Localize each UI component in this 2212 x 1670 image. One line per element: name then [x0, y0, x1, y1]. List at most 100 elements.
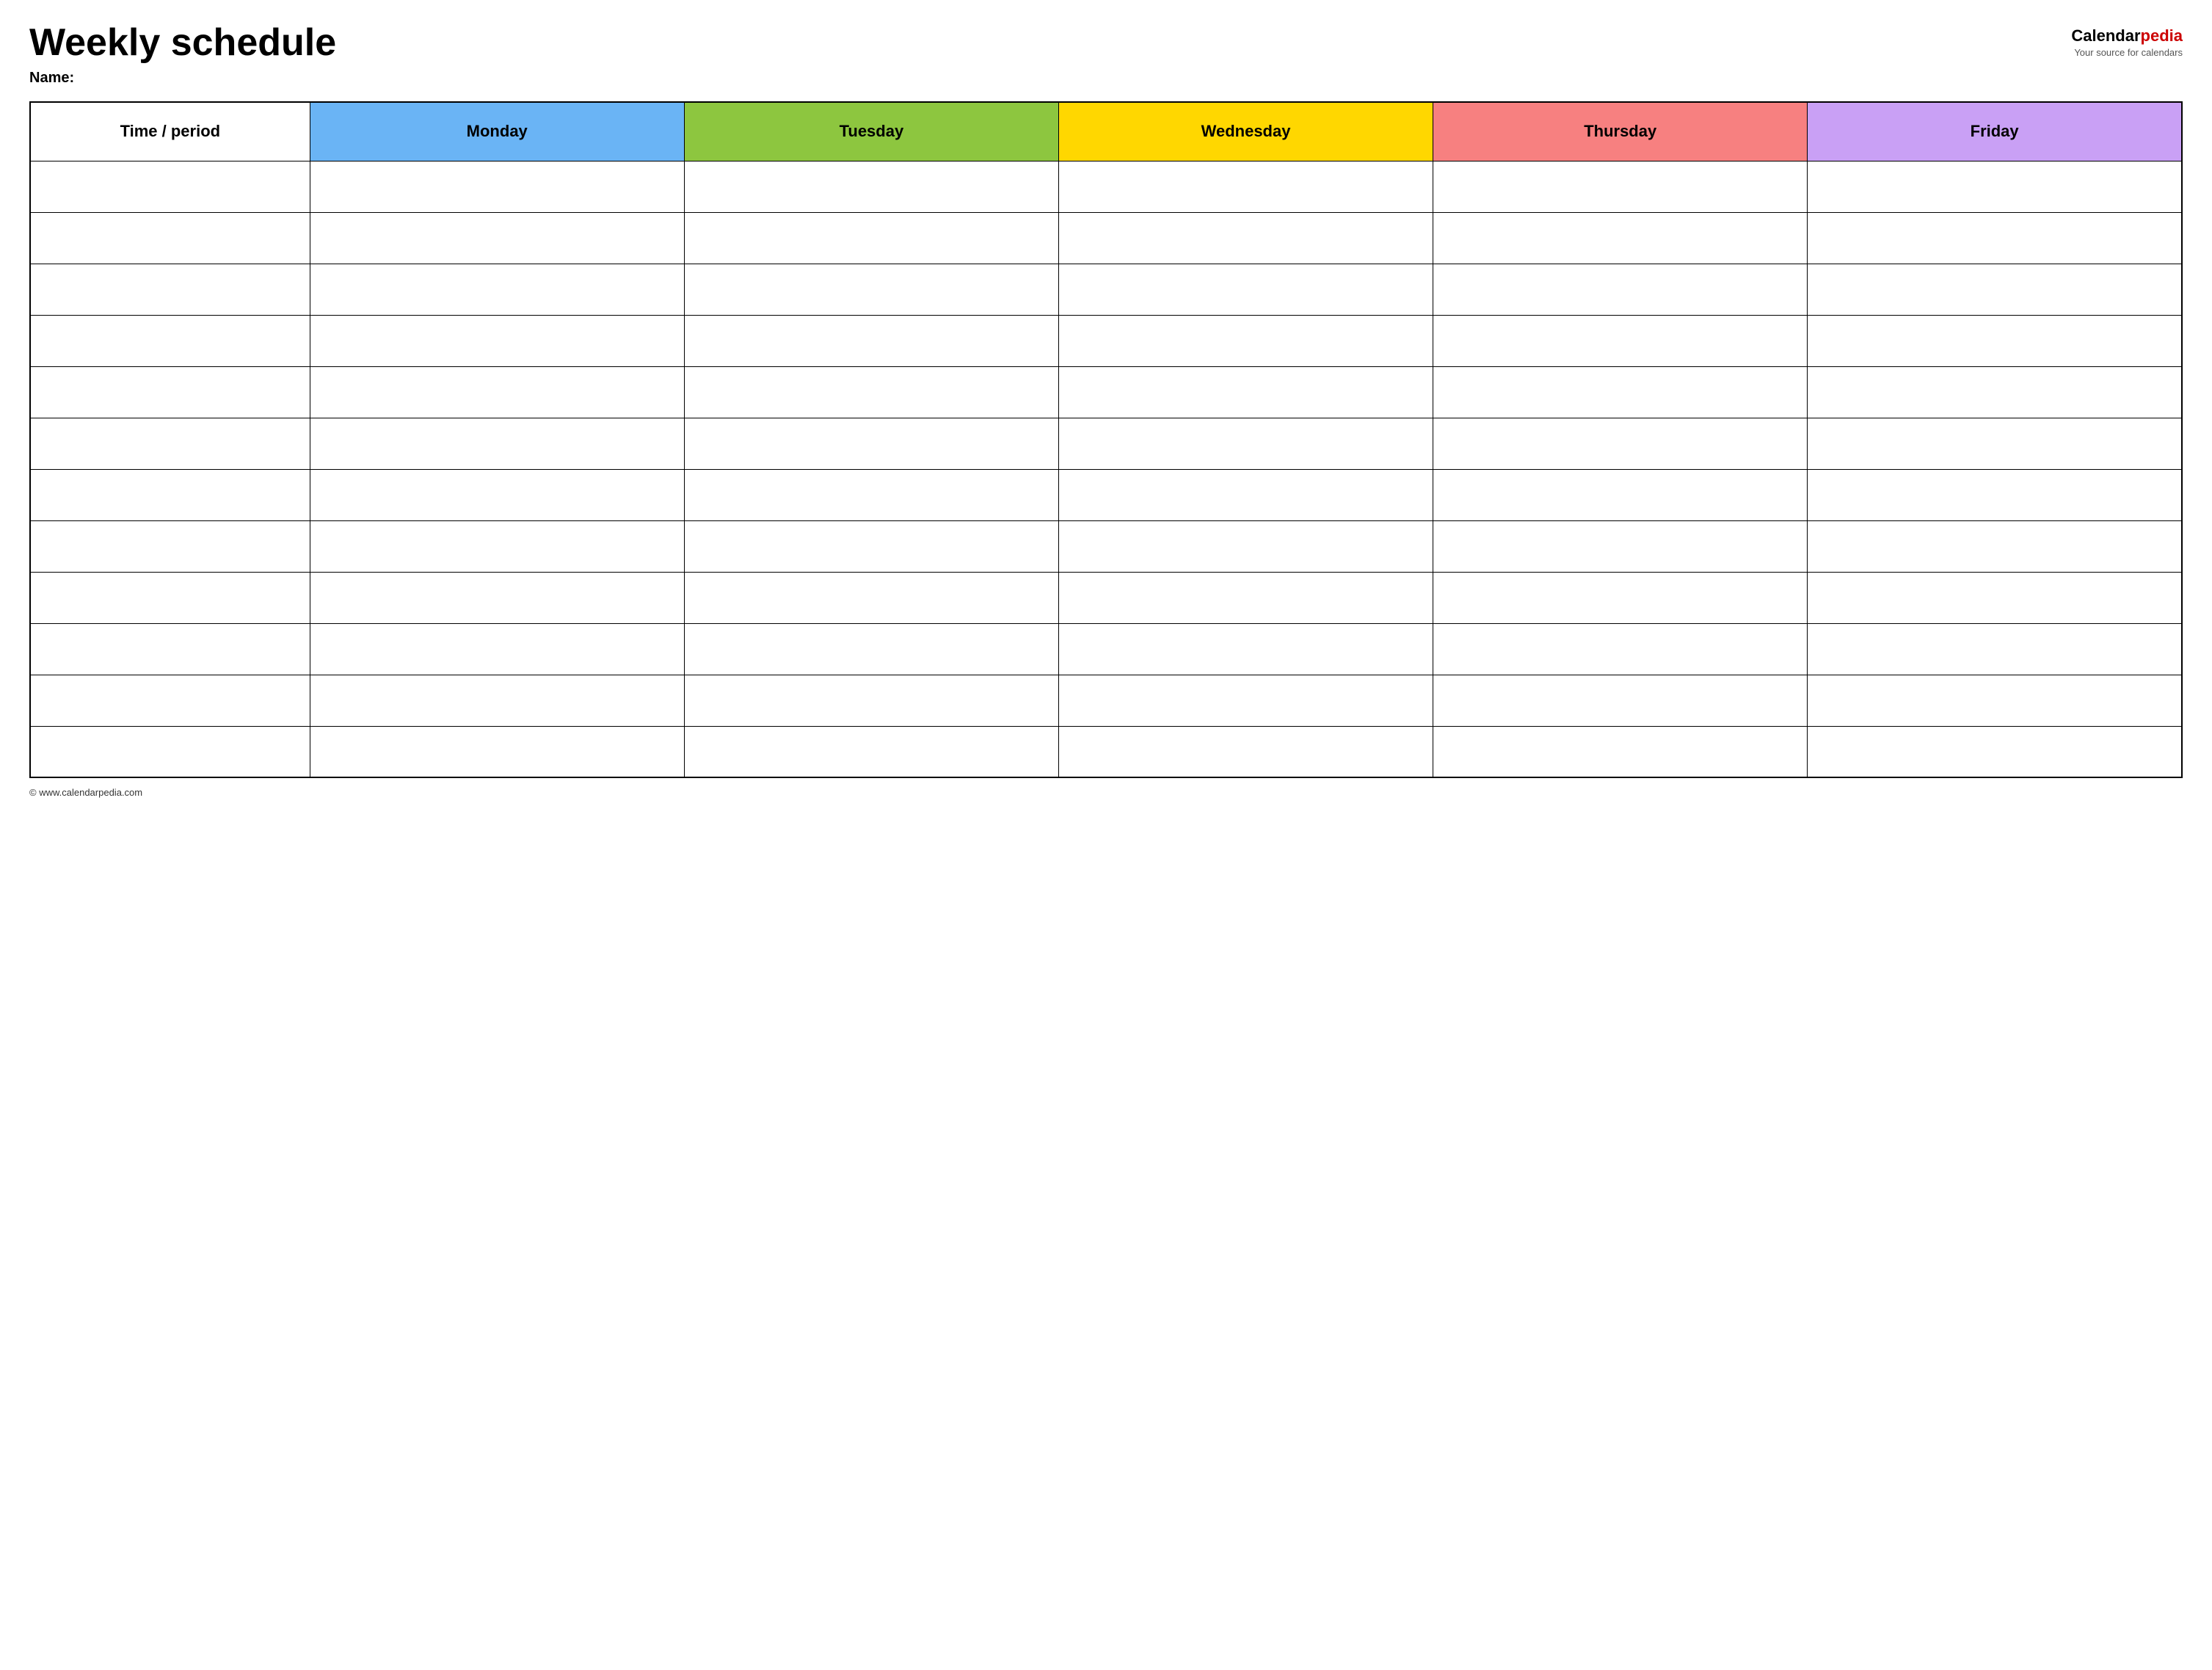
schedule-cell[interactable]	[310, 264, 684, 315]
schedule-table: Time / period Monday Tuesday Wednesday T…	[29, 101, 2183, 778]
schedule-cell[interactable]	[1433, 161, 1808, 212]
schedule-cell[interactable]	[684, 469, 1058, 520]
time-cell[interactable]	[30, 572, 310, 623]
schedule-cell[interactable]	[1433, 315, 1808, 366]
table-row	[30, 623, 2182, 675]
time-cell[interactable]	[30, 675, 310, 726]
schedule-cell[interactable]	[684, 264, 1058, 315]
schedule-cell[interactable]	[1058, 264, 1433, 315]
schedule-cell[interactable]	[684, 726, 1058, 777]
schedule-cell[interactable]	[1433, 418, 1808, 469]
time-cell[interactable]	[30, 520, 310, 572]
schedule-cell[interactable]	[1058, 726, 1433, 777]
table-row	[30, 264, 2182, 315]
schedule-cell[interactable]	[684, 520, 1058, 572]
schedule-cell[interactable]	[1058, 315, 1433, 366]
col-header-wednesday: Wednesday	[1058, 102, 1433, 161]
page-title: Weekly schedule	[29, 22, 336, 64]
time-cell[interactable]	[30, 264, 310, 315]
schedule-cell[interactable]	[1808, 469, 2182, 520]
time-cell[interactable]	[30, 418, 310, 469]
schedule-cell[interactable]	[1808, 726, 2182, 777]
schedule-cell[interactable]	[1808, 520, 2182, 572]
schedule-cell[interactable]	[1058, 469, 1433, 520]
schedule-cell[interactable]	[684, 418, 1058, 469]
schedule-cell[interactable]	[684, 572, 1058, 623]
table-row	[30, 469, 2182, 520]
schedule-cell[interactable]	[310, 623, 684, 675]
name-label: Name:	[29, 70, 336, 87]
schedule-cell[interactable]	[1808, 366, 2182, 418]
table-row	[30, 212, 2182, 264]
page-header: Weekly schedule Name: Calendarpedia Your…	[29, 22, 2183, 87]
time-cell[interactable]	[30, 623, 310, 675]
schedule-cell[interactable]	[310, 520, 684, 572]
table-row	[30, 161, 2182, 212]
schedule-cell[interactable]	[684, 212, 1058, 264]
schedule-cell[interactable]	[1808, 212, 2182, 264]
schedule-cell[interactable]	[310, 726, 684, 777]
schedule-cell[interactable]	[310, 572, 684, 623]
schedule-cell[interactable]	[1808, 623, 2182, 675]
time-cell[interactable]	[30, 315, 310, 366]
col-header-tuesday: Tuesday	[684, 102, 1058, 161]
logo-text: Calendarpedia	[2071, 26, 2183, 46]
table-row	[30, 572, 2182, 623]
schedule-cell[interactable]	[1433, 520, 1808, 572]
schedule-cell[interactable]	[1808, 264, 2182, 315]
time-cell[interactable]	[30, 469, 310, 520]
col-header-monday: Monday	[310, 102, 684, 161]
col-header-thursday: Thursday	[1433, 102, 1808, 161]
logo-pedia: pedia	[2141, 26, 2183, 45]
schedule-cell[interactable]	[684, 161, 1058, 212]
table-row	[30, 520, 2182, 572]
schedule-cell[interactable]	[1058, 212, 1433, 264]
schedule-cell[interactable]	[1058, 572, 1433, 623]
schedule-cell[interactable]	[1808, 418, 2182, 469]
table-header-row: Time / period Monday Tuesday Wednesday T…	[30, 102, 2182, 161]
footer: © www.calendarpedia.com	[29, 787, 2183, 798]
schedule-cell[interactable]	[1433, 623, 1808, 675]
schedule-cell[interactable]	[1433, 366, 1808, 418]
schedule-cell[interactable]	[684, 366, 1058, 418]
time-cell[interactable]	[30, 366, 310, 418]
copyright-text: © www.calendarpedia.com	[29, 787, 142, 798]
table-row	[30, 726, 2182, 777]
table-row	[30, 366, 2182, 418]
time-cell[interactable]	[30, 726, 310, 777]
title-section: Weekly schedule Name:	[29, 22, 336, 87]
time-cell[interactable]	[30, 212, 310, 264]
schedule-cell[interactable]	[1433, 469, 1808, 520]
schedule-cell[interactable]	[1058, 623, 1433, 675]
schedule-cell[interactable]	[1808, 161, 2182, 212]
table-row	[30, 315, 2182, 366]
table-row	[30, 675, 2182, 726]
schedule-cell[interactable]	[310, 161, 684, 212]
schedule-cell[interactable]	[310, 315, 684, 366]
schedule-cell[interactable]	[684, 315, 1058, 366]
schedule-cell[interactable]	[1058, 520, 1433, 572]
time-cell[interactable]	[30, 161, 310, 212]
schedule-cell[interactable]	[310, 212, 684, 264]
schedule-cell[interactable]	[1058, 161, 1433, 212]
schedule-cell[interactable]	[310, 366, 684, 418]
col-header-friday: Friday	[1808, 102, 2182, 161]
schedule-cell[interactable]	[310, 469, 684, 520]
schedule-cell[interactable]	[1808, 572, 2182, 623]
schedule-cell[interactable]	[310, 675, 684, 726]
schedule-cell[interactable]	[1058, 675, 1433, 726]
schedule-cell[interactable]	[1433, 726, 1808, 777]
schedule-cell[interactable]	[1433, 675, 1808, 726]
schedule-cell[interactable]	[1058, 418, 1433, 469]
schedule-cell[interactable]	[1808, 675, 2182, 726]
logo-calendar: Calendar	[2071, 26, 2140, 45]
schedule-cell[interactable]	[684, 623, 1058, 675]
schedule-cell[interactable]	[1058, 366, 1433, 418]
logo-section: Calendarpedia Your source for calendars	[2071, 26, 2183, 58]
schedule-cell[interactable]	[684, 675, 1058, 726]
schedule-cell[interactable]	[310, 418, 684, 469]
schedule-cell[interactable]	[1433, 572, 1808, 623]
schedule-cell[interactable]	[1433, 264, 1808, 315]
schedule-cell[interactable]	[1433, 212, 1808, 264]
schedule-cell[interactable]	[1808, 315, 2182, 366]
